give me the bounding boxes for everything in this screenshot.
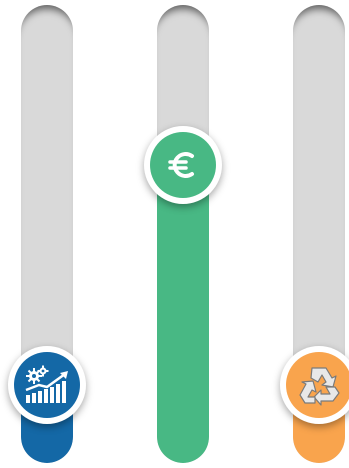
recycle-icon (286, 352, 349, 419)
gauge-euro (144, 5, 222, 463)
gauge-growth (8, 5, 86, 463)
gauge-fill (157, 165, 209, 463)
gauge-knob[interactable] (280, 346, 349, 425)
gauge-track (157, 5, 209, 463)
gauge-knob[interactable] (144, 126, 222, 205)
growth-chart-icon (14, 352, 80, 419)
euro-icon (150, 132, 216, 199)
gauge-knob[interactable] (8, 346, 86, 425)
gauge-recycle (280, 5, 349, 463)
